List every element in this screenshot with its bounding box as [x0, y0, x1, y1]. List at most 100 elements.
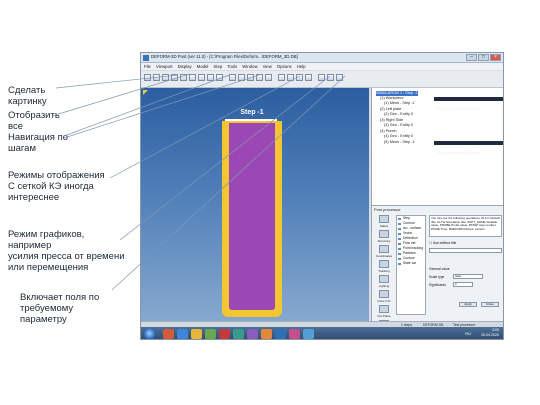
- title-bar: DEFORM-3D Post (ver 11.0) - [C:\Program …: [141, 53, 503, 63]
- menu-tools[interactable]: Tools: [227, 63, 237, 70]
- toolbar-first-step-icon[interactable]: [229, 74, 236, 81]
- caption-take-picture: Сделать картинку: [8, 85, 47, 107]
- toolbar-new-icon[interactable]: [144, 74, 151, 81]
- tree-item[interactable]: (4) Geo - Entity 0: [384, 134, 413, 139]
- property-list: Step Contour Iso - surface Vector Deflec…: [396, 215, 426, 315]
- caption-graph-mode: Режим графиков, например усилия пресса о…: [8, 229, 125, 273]
- property-item[interactable]: State var: [397, 261, 425, 266]
- toolbar-zoom-icon[interactable]: [198, 74, 205, 81]
- menu-model[interactable]: Model: [197, 63, 209, 70]
- toolbar-shaded-icon[interactable]: [278, 74, 285, 81]
- start-button-icon[interactable]: [144, 328, 156, 339]
- menu-display[interactable]: Display: [178, 63, 192, 70]
- property-form: ☐ Use editbox title General value Scale …: [429, 239, 502, 315]
- toolbar-print-icon[interactable]: [171, 74, 178, 81]
- status-icon[interactable]: [379, 215, 389, 223]
- taskbar: RU 3:00 25.04.2020: [141, 327, 503, 339]
- taskbar-app-icon[interactable]: [205, 329, 216, 339]
- taskbar-app-icon[interactable]: [247, 329, 258, 339]
- keyboard-language[interactable]: RU: [465, 331, 471, 336]
- menu-viewport[interactable]: Viewport: [156, 63, 173, 70]
- taskbar-app-icon[interactable]: [289, 329, 300, 339]
- summary-icon[interactable]: [379, 230, 389, 238]
- taskbar-app-icon[interactable]: [275, 329, 286, 339]
- clock-date: 25.04.2020: [481, 333, 499, 337]
- toolbar-prev-step-icon[interactable]: [238, 74, 245, 81]
- lighting-icon[interactable]: [379, 275, 389, 283]
- tree-item[interactable]: (1) Workpiece: [380, 96, 404, 101]
- title-text-field[interactable]: [429, 248, 502, 253]
- material-tag-text: ALUMINUM-H3004(BGR-BMS): [437, 151, 482, 155]
- menu-help[interactable]: Help: [297, 63, 306, 70]
- caption-display-modes: Режимы отображения С сеткой КЭ иногда ин…: [8, 170, 105, 203]
- tree-item[interactable]: (3) Geo - Entity 0: [384, 123, 413, 128]
- color-info-icon[interactable]: [379, 290, 389, 298]
- viewport[interactable]: Step -1: [141, 88, 369, 321]
- caption-step-navigation: Навигация по шагам: [8, 132, 68, 154]
- toolbar-table-icon[interactable]: [336, 74, 343, 81]
- coordinates-icon[interactable]: [379, 245, 389, 253]
- material-tag-bottom: ALUMINUM-H3004(BGR-BMS): [434, 141, 503, 155]
- caption-show-all: Отобразить все: [8, 110, 60, 132]
- menu-options[interactable]: Options: [277, 63, 292, 70]
- toolbar-pan-icon[interactable]: [207, 74, 214, 81]
- tree-item[interactable]: (2) Left plate: [380, 107, 401, 112]
- significants-field[interactable]: 2: [453, 282, 473, 287]
- taskbar-app-icon[interactable]: [191, 329, 202, 339]
- taskbar-app-icon[interactable]: [303, 329, 314, 339]
- menu-window[interactable]: Window: [242, 63, 257, 70]
- toolbar: [141, 71, 503, 88]
- close-panel-button[interactable]: Close: [481, 302, 499, 307]
- scale-type-select[interactable]: Auto: [453, 274, 483, 279]
- taskbar-app-icon[interactable]: [233, 329, 244, 339]
- title-checkbox-label: Use editbox title: [432, 241, 457, 245]
- toolbar-graph-icon[interactable]: [318, 74, 325, 81]
- toolbar-chart-icon[interactable]: [327, 74, 334, 81]
- maximize-button[interactable]: □: [478, 54, 489, 61]
- toolbar-screenshot-icon[interactable]: [180, 74, 187, 81]
- tree-item[interactable]: (5) Mesh - Step -1: [384, 140, 415, 145]
- material-tag-text: ALUMINUM-H3004(BGR-BMS): [437, 107, 482, 111]
- toolbar-open-icon[interactable]: [153, 74, 160, 81]
- menu-file[interactable]: File: [144, 63, 151, 70]
- icon-label: Tracking: [378, 269, 390, 273]
- toolbar-edges-icon[interactable]: [305, 74, 312, 81]
- cut-plane-icon[interactable]: [379, 305, 389, 313]
- tracking-icon[interactable]: [379, 260, 389, 268]
- significants-value: 2: [455, 282, 457, 286]
- taskbar-app-icon[interactable]: [163, 329, 174, 339]
- properties-panel: Post processor Status Summary Coordinate…: [372, 205, 503, 333]
- icon-label: Color Info: [377, 299, 391, 303]
- tree-item[interactable]: (4) Punch: [380, 129, 396, 134]
- icon-label: Status: [379, 224, 389, 228]
- taskbar-app-icon[interactable]: [219, 329, 230, 339]
- apply-button[interactable]: Apply: [459, 302, 477, 307]
- toolbar-mesh-icon[interactable]: [296, 74, 303, 81]
- toolbar-last-step-icon[interactable]: [265, 74, 272, 81]
- toolbar-next-step-icon[interactable]: [256, 74, 263, 81]
- tree-item[interactable]: SIMULATION 1 : Step -1: [376, 91, 418, 96]
- operations-description: You can use the following operations: AL…: [429, 215, 502, 237]
- toolbar-rotate-icon[interactable]: [216, 74, 223, 81]
- window-title: DEFORM-3D Post (ver 11.0) - [C:\Program …: [151, 54, 298, 59]
- taskbar-app-icon[interactable]: [177, 329, 188, 339]
- toolbar-wireframe-icon[interactable]: [287, 74, 294, 81]
- title-checkbox[interactable]: ☐ Use editbox title: [429, 241, 456, 245]
- toolbar-fit-all-icon[interactable]: [189, 74, 196, 81]
- clock[interactable]: 3:00 25.04.2020: [481, 328, 499, 338]
- application-window: DEFORM-3D Post (ver 11.0) - [C:\Program …: [140, 52, 504, 340]
- orientation-marker: [143, 90, 148, 95]
- icon-label: Coordinates: [375, 254, 393, 258]
- icon-label: Lighting: [378, 284, 390, 288]
- toolbar-save-icon[interactable]: [162, 74, 169, 81]
- toolbar-play-icon[interactable]: [247, 74, 254, 81]
- taskbar-app-icon[interactable]: [261, 329, 272, 339]
- tree-item[interactable]: (2) Geo - Entity 0: [384, 112, 413, 117]
- menu-step[interactable]: Step: [213, 63, 222, 70]
- right-panel: SIMULATION 1 : Step -1 (1) Workpiece (1)…: [371, 88, 503, 333]
- tree-item[interactable]: (1) Mesh - Step -1: [384, 101, 415, 106]
- tree-item[interactable]: (3) Right Side: [380, 118, 403, 123]
- minimize-button[interactable]: –: [466, 54, 477, 61]
- menu-view[interactable]: View: [263, 63, 272, 70]
- close-button[interactable]: ×: [490, 54, 501, 61]
